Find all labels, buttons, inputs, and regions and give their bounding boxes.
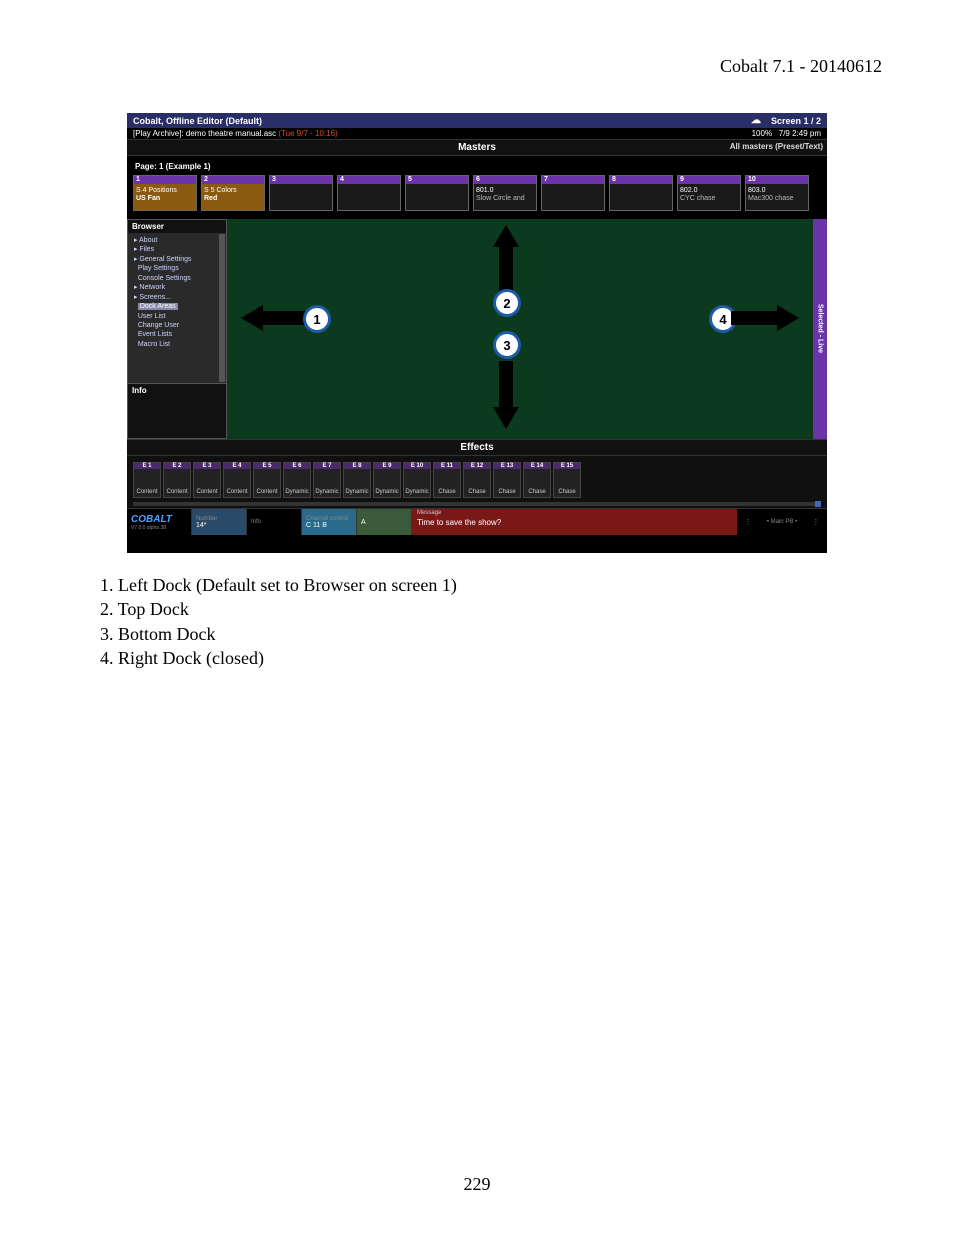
browser-title: Browser xyxy=(128,220,226,233)
effect-slot[interactable]: E 7Dynamic xyxy=(313,462,341,498)
effects-row: E 1ContentE 2ContentE 3ContentE 4Content… xyxy=(133,462,821,498)
effect-slot[interactable]: E 12Chase xyxy=(463,462,491,498)
arrow-right xyxy=(731,311,777,325)
footer-channel-control[interactable]: Channel control C 11 B xyxy=(301,509,356,535)
legend-item-2: 2. Top Dock xyxy=(100,597,882,621)
archive-label: [Play Archive]: demo theatre manual.asc xyxy=(133,129,276,138)
footer-info[interactable]: Info xyxy=(246,509,301,535)
effect-slot[interactable]: E 9Dynamic xyxy=(373,462,401,498)
footer-info-label: Info xyxy=(251,519,297,525)
stage-area: 1 2 3 4 xyxy=(227,219,813,439)
effect-slot[interactable]: E 13Chase xyxy=(493,462,521,498)
master-cards: 1S 4 PositionsUS Fan2S 5 ColorsRed345680… xyxy=(133,175,821,211)
arrow-up xyxy=(499,247,513,293)
masters-mode: All masters (Preset/Text) xyxy=(730,142,823,151)
main-pb-label: • Main PB • xyxy=(767,519,797,525)
arrow-left-head xyxy=(241,305,263,331)
arrow-down-head xyxy=(493,407,519,429)
cloud-icon: ☁ xyxy=(751,115,761,126)
footer-msg-label: Message xyxy=(417,510,441,516)
effects-panel: E 1ContentE 2ContentE 3ContentE 4Content… xyxy=(127,456,827,508)
browser-dock[interactable]: Browser ▸ About ▸ Files ▸ General Settin… xyxy=(127,219,227,439)
footer-playback[interactable]: ⋮• Main PB •⋮ xyxy=(737,509,827,535)
effect-slot[interactable]: E 1Content xyxy=(133,462,161,498)
window-title-bar: Cobalt, Offline Editor (Default) ☁ Scree… xyxy=(127,113,827,128)
effects-scrollbar[interactable] xyxy=(133,502,821,506)
right-dock-tab[interactable]: Selected - Live xyxy=(813,219,827,439)
scrollbar[interactable] xyxy=(219,234,225,382)
tree-item[interactable]: ▸ General Settings xyxy=(132,255,222,264)
tree-item[interactable]: Console Settings xyxy=(132,274,222,283)
browser-tree[interactable]: ▸ About ▸ Files ▸ General Settings Play … xyxy=(128,233,226,383)
legend-item-1: 1. Left Dock (Default set to Browser on … xyxy=(100,573,882,597)
effect-slot[interactable]: E 6Dynamic xyxy=(283,462,311,498)
effect-slot[interactable]: E 11Chase xyxy=(433,462,461,498)
app-title: Cobalt, Offline Editor (Default) xyxy=(133,116,262,126)
callout-3: 3 xyxy=(493,331,521,359)
master-card[interactable]: 2S 5 ColorsRed xyxy=(201,175,265,211)
info-panel-title: Info xyxy=(128,383,226,438)
screen-indicator: Screen 1 / 2 xyxy=(771,116,821,126)
logo: COBALT V7.0.0 alpha 38 xyxy=(127,509,191,535)
master-card[interactable]: 6801.0Slow Circle and xyxy=(473,175,537,211)
master-card[interactable]: 10803.0Mac300 chase xyxy=(745,175,809,211)
masters-page: Page: 1 (Example 1) xyxy=(135,162,821,171)
tree-item[interactable]: ▸ About xyxy=(132,236,222,245)
tree-item[interactable]: Play Settings xyxy=(132,264,222,273)
footer-a-value: A xyxy=(361,519,407,526)
footer-number[interactable]: Number 14* xyxy=(191,509,246,535)
masters-title: Masters xyxy=(458,142,496,153)
effect-slot[interactable]: E 15Chase xyxy=(553,462,581,498)
footer-message: Message Time to save the show? xyxy=(411,509,737,535)
scrollbar-knob[interactable] xyxy=(815,501,821,507)
footer-a[interactable]: A xyxy=(356,509,411,535)
masters-header: Masters All masters (Preset/Text) xyxy=(127,139,827,156)
arrow-down xyxy=(499,361,513,407)
page-number: 229 xyxy=(0,1174,954,1195)
effect-slot[interactable]: E 3Content xyxy=(193,462,221,498)
tree-item[interactable]: User List xyxy=(132,312,222,321)
effect-slot[interactable]: E 4Content xyxy=(223,462,251,498)
master-card[interactable]: 3 xyxy=(269,175,333,211)
legend-list: 1. Left Dock (Default set to Browser on … xyxy=(100,573,882,670)
footer-cc-value: C 11 B xyxy=(306,522,352,529)
legend-item-3: 3. Bottom Dock xyxy=(100,622,882,646)
callout-1: 1 xyxy=(303,305,331,333)
effects-header: Effects xyxy=(127,439,827,456)
tree-item[interactable]: ▸ Screens... xyxy=(132,293,222,302)
master-card[interactable]: 4 xyxy=(337,175,401,211)
master-card[interactable]: 1S 4 PositionsUS Fan xyxy=(133,175,197,211)
logo-text: COBALT xyxy=(131,514,191,525)
tree-item[interactable]: Dock Areas xyxy=(132,302,222,311)
masters-panel: Page: 1 (Example 1) 1S 4 PositionsUS Fan… xyxy=(127,156,827,219)
screenshot: Cobalt, Offline Editor (Default) ☁ Scree… xyxy=(127,113,827,553)
tree-item[interactable]: ▸ Files xyxy=(132,245,222,254)
tree-item[interactable]: ▸ Network xyxy=(132,283,222,292)
callout-2: 2 xyxy=(493,289,521,317)
arrow-right-head xyxy=(777,305,799,331)
effect-slot[interactable]: E 5Content xyxy=(253,462,281,498)
tree-item[interactable]: Change User xyxy=(132,321,222,330)
footer-number-value: 14* xyxy=(196,522,242,529)
legend-item-4: 4. Right Dock (closed) xyxy=(100,646,882,670)
tree-item[interactable]: Macro List xyxy=(132,340,222,349)
footer-msg-value: Time to save the show? xyxy=(417,518,501,527)
version-text: V7.0.0 alpha 38 xyxy=(131,525,191,531)
archive-time: (Tue 9/7 - 10:16) xyxy=(278,129,337,138)
master-card[interactable]: 5 xyxy=(405,175,469,211)
clock: 7/9 2:49 pm xyxy=(779,129,821,138)
tree-item[interactable]: Event Lists xyxy=(132,330,222,339)
master-card[interactable]: 7 xyxy=(541,175,605,211)
sub-title-bar: [Play Archive]: demo theatre manual.asc … xyxy=(127,128,827,139)
effect-slot[interactable]: E 2Content xyxy=(163,462,191,498)
effect-slot[interactable]: E 8Dynamic xyxy=(343,462,371,498)
doc-header: Cobalt 7.1 - 20140612 xyxy=(72,56,882,77)
footer-bar: COBALT V7.0.0 alpha 38 Number 14* Info C… xyxy=(127,508,827,535)
arrow-up-head xyxy=(493,225,519,247)
zoom-level: 100% xyxy=(752,129,772,138)
master-card[interactable]: 9802.0CYC chase xyxy=(677,175,741,211)
master-card[interactable]: 8 xyxy=(609,175,673,211)
effect-slot[interactable]: E 14Chase xyxy=(523,462,551,498)
effect-slot[interactable]: E 10Dynamic xyxy=(403,462,431,498)
